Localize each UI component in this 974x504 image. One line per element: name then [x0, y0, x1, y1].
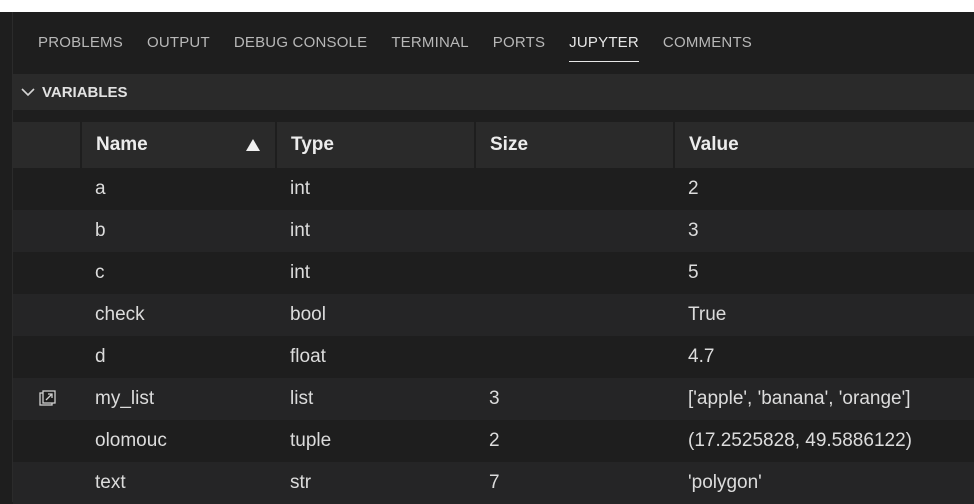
cell-name: text	[95, 472, 126, 493]
cell-value: True	[688, 304, 727, 325]
cell-type: str	[290, 472, 312, 493]
table-row[interactable]: olomouc tuple 2 (17.2525828, 49.5886122)	[13, 420, 974, 462]
row-icon-cell	[13, 336, 81, 378]
tab-ports[interactable]: PORTS	[493, 12, 545, 74]
jupyter-variables-window: PROBLEMS OUTPUT DEBUG CONSOLE TERMINAL P…	[0, 0, 974, 504]
cell-type: tuple	[290, 430, 332, 451]
cell-value: 4.7	[688, 346, 715, 367]
top-border	[0, 0, 974, 12]
table-row[interactable]: a int 2	[13, 168, 974, 210]
table-row[interactable]: c int 5	[13, 252, 974, 294]
header-size-label: Size	[490, 134, 529, 155]
cell-size: 2	[489, 430, 500, 451]
panel-tabs: PROBLEMS OUTPUT DEBUG CONSOLE TERMINAL P…	[13, 12, 974, 74]
tab-jupyter[interactable]: JUPYTER	[569, 12, 639, 74]
cell-type: float	[290, 346, 326, 367]
table-row[interactable]: my_list list 3 ['apple', 'banana', 'oran…	[13, 378, 974, 420]
cell-size	[475, 252, 674, 294]
header-type-label: Type	[291, 134, 334, 155]
variables-section-header[interactable]: VARIABLES	[13, 74, 974, 110]
cell-name: olomouc	[95, 430, 167, 451]
cell-name: a	[95, 178, 106, 199]
cell-value: ['apple', 'banana', 'orange']	[688, 388, 911, 409]
cell-type: int	[290, 178, 311, 199]
open-in-data-viewer-icon[interactable]	[38, 390, 56, 408]
variables-table: Name Type Size Value a int 2 b int 3 c i…	[13, 122, 974, 504]
sort-up-triangle-icon	[246, 139, 260, 151]
row-icon-cell	[13, 420, 81, 462]
header-value-label: Value	[689, 134, 739, 155]
cell-value: 3	[688, 220, 699, 241]
cell-type: bool	[290, 304, 326, 325]
cell-type: int	[290, 220, 311, 241]
header-type[interactable]: Type	[275, 122, 475, 168]
tab-output[interactable]: OUTPUT	[147, 12, 210, 74]
cell-type: int	[290, 262, 311, 283]
table-row[interactable]: d float 4.7	[13, 336, 974, 378]
row-icon-cell	[13, 210, 81, 252]
cell-size	[475, 168, 674, 210]
cell-size: 7	[489, 472, 500, 493]
header-icon-column	[13, 122, 81, 168]
bottom-panel: PROBLEMS OUTPUT DEBUG CONSOLE TERMINAL P…	[12, 12, 974, 504]
header-name-label: Name	[96, 134, 148, 155]
cell-size	[475, 336, 674, 378]
cell-size	[475, 294, 674, 336]
cell-name: b	[95, 220, 106, 241]
cell-name: check	[95, 304, 145, 325]
cell-value: (17.2525828, 49.5886122)	[688, 430, 912, 451]
chevron-down-icon	[21, 88, 35, 97]
cell-name: d	[95, 346, 106, 367]
tab-comments[interactable]: COMMENTS	[663, 12, 752, 74]
header-size[interactable]: Size	[474, 122, 674, 168]
row-icon-cell	[13, 252, 81, 294]
table-row[interactable]: check bool True	[13, 294, 974, 336]
variables-grid: Name Type Size Value a int 2 b int 3 c i…	[13, 122, 974, 504]
header-value[interactable]: Value	[673, 122, 974, 168]
cell-size	[475, 210, 674, 252]
cell-name: c	[95, 262, 105, 283]
row-icon-cell	[13, 378, 81, 420]
table-row[interactable]: text str 7 'polygon'	[13, 462, 974, 504]
tab-problems[interactable]: PROBLEMS	[38, 12, 123, 74]
row-icon-cell	[13, 294, 81, 336]
row-icon-cell	[13, 168, 81, 210]
cell-value: 2	[688, 178, 699, 199]
variables-section-title: VARIABLES	[42, 83, 128, 101]
tab-debug-console[interactable]: DEBUG CONSOLE	[234, 12, 367, 74]
tab-terminal[interactable]: TERMINAL	[391, 12, 468, 74]
cell-value: 'polygon'	[688, 472, 762, 493]
header-name[interactable]: Name	[80, 122, 276, 168]
cell-type: list	[290, 388, 314, 409]
cell-value: 5	[688, 262, 699, 283]
cell-size: 3	[489, 388, 500, 409]
table-header-row: Name Type Size Value	[13, 122, 974, 168]
cell-name: my_list	[95, 388, 155, 409]
row-icon-cell	[13, 462, 81, 504]
table-row[interactable]: b int 3	[13, 210, 974, 252]
